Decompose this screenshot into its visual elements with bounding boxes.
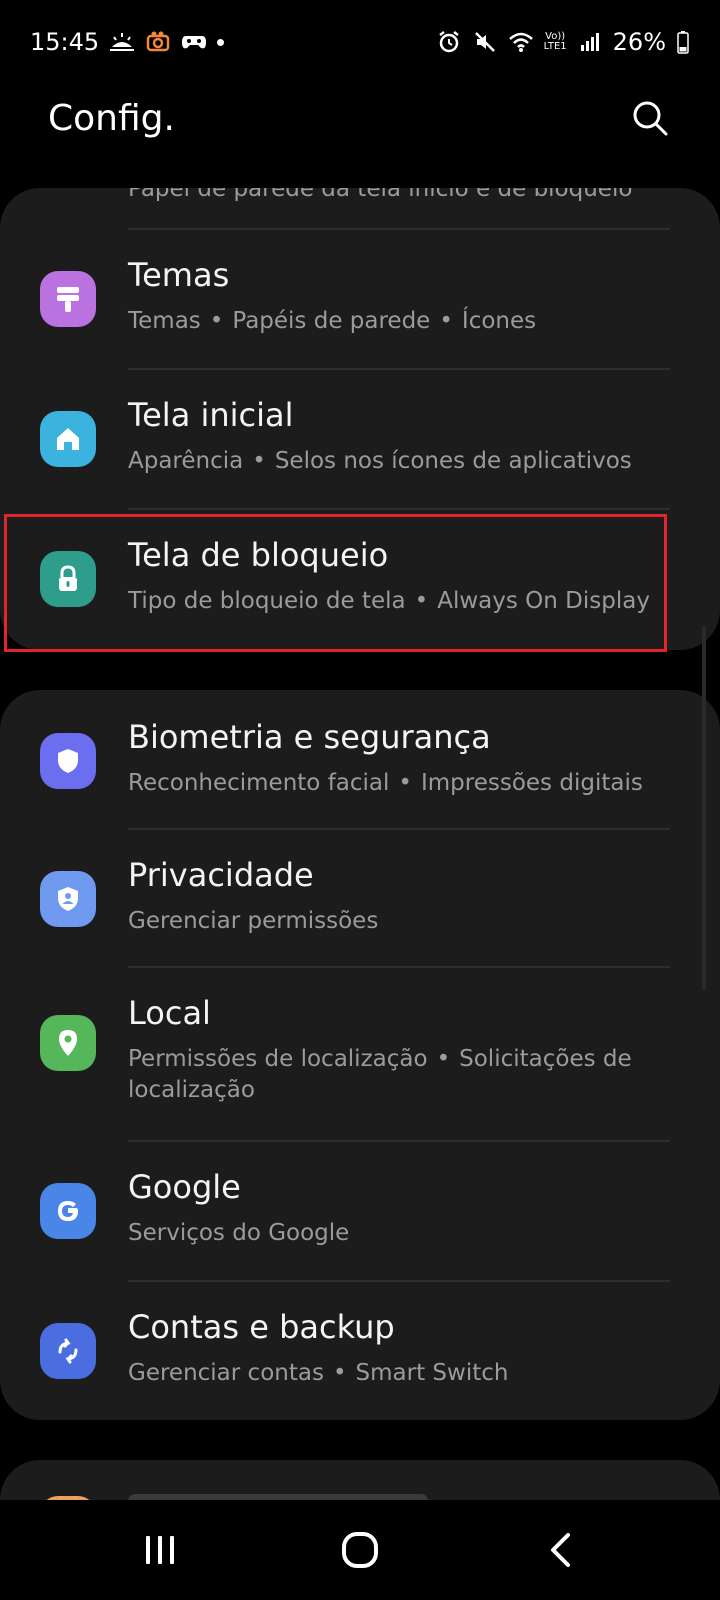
settings-item-subtitle: Temas • Papéis de parede • Ícones [128,308,537,334]
subtitle-part: Gerenciar permissões [128,908,379,934]
lte-text: LTE1 [543,41,567,52]
scrollbar[interactable] [702,626,706,990]
settings-item-biometria[interactable]: Biometria e segurança Reconhecimento fac… [0,692,720,830]
subtitle-part: Impressões digitais [420,770,643,796]
settings-item-subtitle: Tipo de bloqueio de tela • Always On Displ… [128,588,650,614]
settings-item-title: Local [128,994,211,1032]
sync-icon [40,1323,96,1379]
search-button[interactable] [622,90,678,146]
notification-dot-icon [217,38,225,46]
mute-icon [472,29,498,55]
subtitle-part: Temas [128,308,201,334]
subtitle-part: Papéis de parede [232,308,431,334]
settings-item-google[interactable]: Google Serviços do Google [0,1142,720,1280]
settings-item-title: Tela inicial [128,396,294,434]
weather-icon [109,29,135,55]
status-left: 15:45 [30,28,225,56]
settings-item-subtitle: Gerenciar permissões [128,906,673,937]
settings-card-display: Papel de parede da tela início e de bloq… [0,188,720,650]
subtitle-part: Aparência [128,448,244,474]
subtitle-part: Tipo de bloqueio de tela [128,588,406,614]
screen: 15:45 Vo)) LTE1 26% Config. Papel de par… [0,0,720,1600]
status-time: 15:45 [30,28,100,56]
recent-apps-icon [146,1536,174,1564]
settings-item-title: Contas e backup [128,1308,395,1346]
settings-item-temas[interactable]: Temas Temas • Papéis de parede • Ícones [0,230,720,368]
location-pin-icon [40,1015,96,1071]
subtitle-part: Ícones [461,308,537,334]
status-right: Vo)) LTE1 26% [436,28,690,56]
lock-icon [40,551,96,607]
subtitle-part: Permissões de localização [128,1046,428,1072]
recent-apps-button[interactable] [115,1515,205,1585]
subtitle-part: Always On Display [437,588,650,614]
subtitle-part: Serviços do Google [128,1220,350,1246]
settings-item-tela-de-bloqueio[interactable]: Tela de bloqueio Tipo de bloqueio de tel… [0,510,720,648]
settings-item-subtitle: Gerenciar contas • Smart Switch [128,1360,509,1386]
camera-app-icon [145,29,171,55]
settings-item-title: Biometria e segurança [128,718,491,756]
status-bar: 15:45 Vo)) LTE1 26% [0,0,720,84]
settings-item-title: Temas [128,256,230,294]
settings-item-title: Google [128,1168,241,1206]
back-icon [551,1533,570,1567]
page-title: Config. [48,98,175,139]
subtitle-part: Smart Switch [355,1360,509,1386]
home-button[interactable] [315,1515,405,1585]
settings-item-subtitle: Reconhecimento facial • Impressões digitai… [128,770,643,796]
home-icon [40,411,96,467]
settings-item-title: Privacidade [128,856,314,894]
battery-icon [676,29,690,55]
signal-icon [577,29,603,55]
subtitle-part: Gerenciar contas [128,1360,324,1386]
google-icon [40,1183,96,1239]
navigation-bar [0,1500,720,1600]
privacy-shield-icon [40,871,96,927]
home-nav-icon [342,1532,378,1568]
subtitle-part: Reconhecimento facial [128,770,390,796]
settings-item-tela-inicial[interactable]: Tela inicial Aparência • Selos nos ícones … [0,370,720,508]
volte-label: Vo)) LTE1 [544,32,567,52]
settings-item-title: Tela de bloqueio [128,536,389,574]
settings-item-subtitle: Permissões de localização • Solicitações d… [128,1046,632,1103]
alarm-icon [436,29,462,55]
wifi-icon [508,29,534,55]
back-button[interactable] [515,1515,605,1585]
battery-percent: 26% [612,28,666,56]
search-icon [633,101,668,136]
settings-card-security: Biometria e segurança Reconhecimento fac… [0,690,720,1420]
wallpaper-subtitle-partial: Papel de parede da tela início e de bloq… [128,188,633,202]
subtitle-part: Selos nos ícones de aplicativos [274,448,632,474]
settings-item-subtitle: Serviços do Google [128,1218,673,1249]
game-controller-icon [181,29,207,55]
shield-icon [40,733,96,789]
settings-item-local[interactable]: Local Permissões de localização • Solicita… [0,968,720,1134]
header: Config. [0,84,720,184]
paint-roller-icon [40,271,96,327]
settings-item-privacidade[interactable]: Privacidade Gerenciar permissões [0,830,720,968]
settings-item-subtitle: Aparência • Selos nos ícones de aplicativo… [128,448,632,474]
settings-item-contas-backup[interactable]: Contas e backup Gerenciar contas • Smart S… [0,1282,720,1420]
